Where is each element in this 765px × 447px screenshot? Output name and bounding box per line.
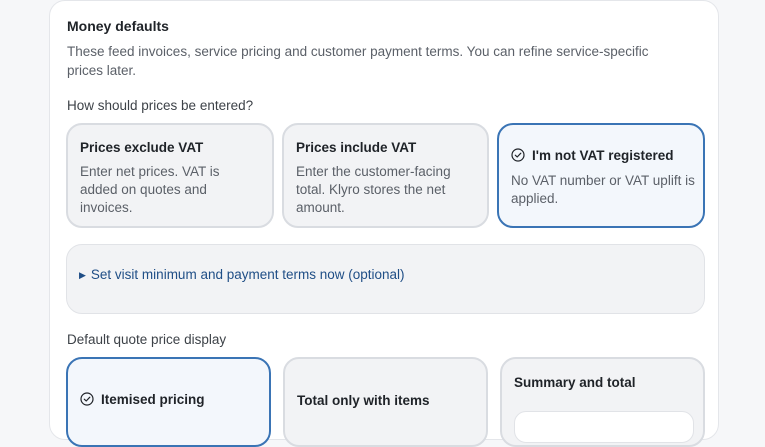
option-not-vat-registered[interactable]: I'm not VAT registered No VAT number or … xyxy=(497,123,705,228)
option-title: I'm not VAT registered xyxy=(532,148,674,163)
expander-label: Set visit minimum and payment terms now … xyxy=(90,267,405,282)
section-title: Money defaults xyxy=(67,18,169,34)
option-itemised-pricing[interactable]: Itemised pricing xyxy=(66,357,271,447)
check-circle-icon xyxy=(511,148,525,162)
optional-terms-expander[interactable]: ▶ Set visit minimum and payment terms now… xyxy=(66,244,705,314)
option-description: No VAT number or VAT uplift is applied. xyxy=(511,173,695,206)
option-title: Itemised pricing xyxy=(101,392,205,407)
option-title-row: Itemised pricing xyxy=(80,392,205,407)
option-title: Prices include VAT xyxy=(296,140,417,155)
preview-box xyxy=(514,411,694,443)
option-title: Summary and total xyxy=(514,375,636,390)
section-description: These feed invoices, service pricing and… xyxy=(67,44,649,78)
price-entry-question: How should prices be entered? xyxy=(67,98,254,113)
triangle-right-icon: ▶ xyxy=(79,270,86,280)
option-title: Total only with items xyxy=(297,393,430,408)
check-circle-icon xyxy=(80,392,94,406)
option-description: Enter net prices. VAT is added on quotes… xyxy=(80,164,220,215)
option-prices-include-vat[interactable]: Prices include VAT Enter the customer-fa… xyxy=(282,123,489,228)
option-prices-exclude-vat[interactable]: Prices exclude VAT Enter net prices. VAT… xyxy=(66,123,274,228)
option-title-row: I'm not VAT registered xyxy=(511,148,673,163)
money-defaults-card: Money defaults These feed invoices, serv… xyxy=(49,0,719,447)
option-description: Enter the customer-facing total. Klyro s… xyxy=(296,164,451,215)
quote-display-label: Default quote price display xyxy=(67,332,227,347)
option-summary-and-total[interactable]: Summary and total xyxy=(500,357,705,447)
option-title: Prices exclude VAT xyxy=(80,140,204,155)
expander-toggle[interactable]: ▶ Set visit minimum and payment terms now… xyxy=(79,267,405,282)
option-total-only-with-items[interactable]: Total only with items xyxy=(283,357,488,447)
